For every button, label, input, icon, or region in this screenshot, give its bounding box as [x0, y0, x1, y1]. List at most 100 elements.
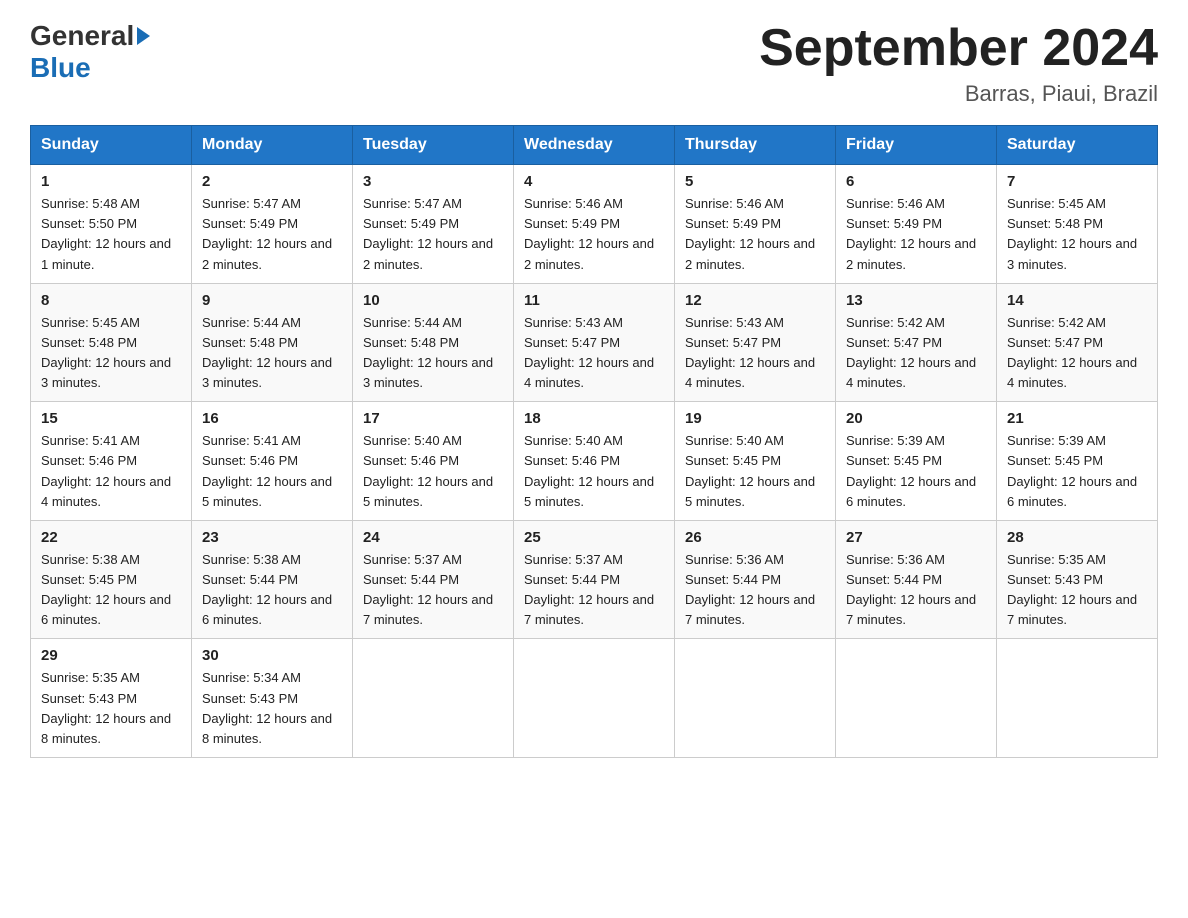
day-info: Sunrise: 5:45 AM Sunset: 5:48 PM Dayligh… [1007, 194, 1147, 275]
day-info: Sunrise: 5:44 AM Sunset: 5:48 PM Dayligh… [202, 313, 342, 394]
calendar-cell: 30 Sunrise: 5:34 AM Sunset: 5:43 PM Dayli… [192, 639, 353, 758]
day-number: 12 [685, 292, 825, 309]
day-info: Sunrise: 5:38 AM Sunset: 5:45 PM Dayligh… [41, 550, 181, 631]
day-info: Sunrise: 5:41 AM Sunset: 5:46 PM Dayligh… [202, 431, 342, 512]
day-number: 29 [41, 647, 181, 664]
day-info: Sunrise: 5:47 AM Sunset: 5:49 PM Dayligh… [363, 194, 503, 275]
calendar-cell: 29 Sunrise: 5:35 AM Sunset: 5:43 PM Dayli… [31, 639, 192, 758]
day-info: Sunrise: 5:37 AM Sunset: 5:44 PM Dayligh… [363, 550, 503, 631]
day-number: 24 [363, 529, 503, 546]
day-number: 20 [846, 410, 986, 427]
day-number: 7 [1007, 173, 1147, 190]
calendar-subtitle: Barras, Piaui, Brazil [759, 81, 1158, 107]
calendar-cell: 24 Sunrise: 5:37 AM Sunset: 5:44 PM Dayli… [353, 520, 514, 639]
day-info: Sunrise: 5:47 AM Sunset: 5:49 PM Dayligh… [202, 194, 342, 275]
logo-triangle-icon [137, 27, 150, 45]
day-number: 27 [846, 529, 986, 546]
calendar-cell: 1 Sunrise: 5:48 AM Sunset: 5:50 PM Daylig… [31, 165, 192, 284]
calendar-cell: 10 Sunrise: 5:44 AM Sunset: 5:48 PM Dayli… [353, 283, 514, 402]
header-col-thursday: Thursday [675, 126, 836, 165]
day-info: Sunrise: 5:46 AM Sunset: 5:49 PM Dayligh… [846, 194, 986, 275]
header-col-wednesday: Wednesday [514, 126, 675, 165]
day-number: 4 [524, 173, 664, 190]
calendar-cell: 27Sunrise: 5:36 AM Sunset: 5:44 PM Dayli… [836, 520, 997, 639]
calendar-cell: 17Sunrise: 5:40 AM Sunset: 5:46 PM Dayli… [353, 402, 514, 521]
calendar-cell: 20 Sunrise: 5:39 AM Sunset: 5:45 PM Dayli… [836, 402, 997, 521]
day-info: Sunrise: 5:41 AM Sunset: 5:46 PM Dayligh… [41, 431, 181, 512]
calendar-cell: 13 Sunrise: 5:42 AM Sunset: 5:47 PM Dayli… [836, 283, 997, 402]
day-number: 10 [363, 292, 503, 309]
calendar-cell: 21 Sunrise: 5:39 AM Sunset: 5:45 PM Dayli… [997, 402, 1158, 521]
week-row-5: 29 Sunrise: 5:35 AM Sunset: 5:43 PM Dayli… [31, 639, 1158, 758]
calendar-cell: 7 Sunrise: 5:45 AM Sunset: 5:48 PM Daylig… [997, 165, 1158, 284]
header-col-tuesday: Tuesday [353, 126, 514, 165]
day-number: 26 [685, 529, 825, 546]
day-info: Sunrise: 5:46 AM Sunset: 5:49 PM Dayligh… [685, 194, 825, 275]
calendar-cell [353, 639, 514, 758]
day-number: 28 [1007, 529, 1147, 546]
title-area: September 2024 Barras, Piaui, Brazil [759, 20, 1158, 107]
logo-general-text: General [30, 20, 134, 52]
day-number: 30 [202, 647, 342, 664]
day-number: 23 [202, 529, 342, 546]
day-number: 14 [1007, 292, 1147, 309]
day-info: Sunrise: 5:40 AM Sunset: 5:46 PM Dayligh… [524, 431, 664, 512]
header-col-saturday: Saturday [997, 126, 1158, 165]
day-info: Sunrise: 5:39 AM Sunset: 5:45 PM Dayligh… [846, 431, 986, 512]
day-info: Sunrise: 5:46 AM Sunset: 5:49 PM Dayligh… [524, 194, 664, 275]
calendar-header-row: SundayMondayTuesdayWednesdayThursdayFrid… [31, 126, 1158, 165]
day-info: Sunrise: 5:36 AM Sunset: 5:44 PM Dayligh… [685, 550, 825, 631]
day-info: Sunrise: 5:45 AM Sunset: 5:48 PM Dayligh… [41, 313, 181, 394]
calendar-cell: 26 Sunrise: 5:36 AM Sunset: 5:44 PM Dayli… [675, 520, 836, 639]
day-number: 3 [363, 173, 503, 190]
day-number: 9 [202, 292, 342, 309]
day-number: 11 [524, 292, 664, 309]
day-info: Sunrise: 5:42 AM Sunset: 5:47 PM Dayligh… [846, 313, 986, 394]
calendar-cell: 3 Sunrise: 5:47 AM Sunset: 5:49 PM Daylig… [353, 165, 514, 284]
day-info: Sunrise: 5:39 AM Sunset: 5:45 PM Dayligh… [1007, 431, 1147, 512]
day-info: Sunrise: 5:44 AM Sunset: 5:48 PM Dayligh… [363, 313, 503, 394]
day-number: 22 [41, 529, 181, 546]
calendar-cell [675, 639, 836, 758]
day-info: Sunrise: 5:43 AM Sunset: 5:47 PM Dayligh… [685, 313, 825, 394]
calendar-table: SundayMondayTuesdayWednesdayThursdayFrid… [30, 125, 1158, 758]
day-number: 16 [202, 410, 342, 427]
week-row-4: 22 Sunrise: 5:38 AM Sunset: 5:45 PM Dayli… [31, 520, 1158, 639]
calendar-cell: 6Sunrise: 5:46 AM Sunset: 5:49 PM Daylig… [836, 165, 997, 284]
day-info: Sunrise: 5:48 AM Sunset: 5:50 PM Dayligh… [41, 194, 181, 275]
day-number: 25 [524, 529, 664, 546]
day-number: 18 [524, 410, 664, 427]
logo-blue-text: Blue [30, 52, 91, 83]
calendar-cell: 11 Sunrise: 5:43 AM Sunset: 5:47 PM Dayli… [514, 283, 675, 402]
calendar-cell: 9 Sunrise: 5:44 AM Sunset: 5:48 PM Daylig… [192, 283, 353, 402]
day-number: 2 [202, 173, 342, 190]
day-info: Sunrise: 5:40 AM Sunset: 5:46 PM Dayligh… [363, 431, 503, 512]
calendar-cell: 5 Sunrise: 5:46 AM Sunset: 5:49 PM Daylig… [675, 165, 836, 284]
week-row-2: 8Sunrise: 5:45 AM Sunset: 5:48 PM Daylig… [31, 283, 1158, 402]
day-number: 21 [1007, 410, 1147, 427]
logo: General Blue [30, 20, 150, 84]
day-info: Sunrise: 5:37 AM Sunset: 5:44 PM Dayligh… [524, 550, 664, 631]
header-col-friday: Friday [836, 126, 997, 165]
calendar-title: September 2024 [759, 20, 1158, 77]
day-info: Sunrise: 5:35 AM Sunset: 5:43 PM Dayligh… [41, 668, 181, 749]
calendar-cell: 15 Sunrise: 5:41 AM Sunset: 5:46 PM Dayli… [31, 402, 192, 521]
day-number: 15 [41, 410, 181, 427]
calendar-cell: 12 Sunrise: 5:43 AM Sunset: 5:47 PM Dayli… [675, 283, 836, 402]
calendar-cell [997, 639, 1158, 758]
day-number: 19 [685, 410, 825, 427]
calendar-cell: 4 Sunrise: 5:46 AM Sunset: 5:49 PM Daylig… [514, 165, 675, 284]
calendar-cell: 25 Sunrise: 5:37 AM Sunset: 5:44 PM Dayli… [514, 520, 675, 639]
day-info: Sunrise: 5:35 AM Sunset: 5:43 PM Dayligh… [1007, 550, 1147, 631]
day-number: 13 [846, 292, 986, 309]
day-number: 1 [41, 173, 181, 190]
calendar-cell: 28 Sunrise: 5:35 AM Sunset: 5:43 PM Dayli… [997, 520, 1158, 639]
day-info: Sunrise: 5:43 AM Sunset: 5:47 PM Dayligh… [524, 313, 664, 394]
day-info: Sunrise: 5:40 AM Sunset: 5:45 PM Dayligh… [685, 431, 825, 512]
calendar-cell: 19 Sunrise: 5:40 AM Sunset: 5:45 PM Dayli… [675, 402, 836, 521]
day-number: 5 [685, 173, 825, 190]
header-col-sunday: Sunday [31, 126, 192, 165]
day-info: Sunrise: 5:34 AM Sunset: 5:43 PM Dayligh… [202, 668, 342, 749]
calendar-cell: 8Sunrise: 5:45 AM Sunset: 5:48 PM Daylig… [31, 283, 192, 402]
week-row-1: 1 Sunrise: 5:48 AM Sunset: 5:50 PM Daylig… [31, 165, 1158, 284]
